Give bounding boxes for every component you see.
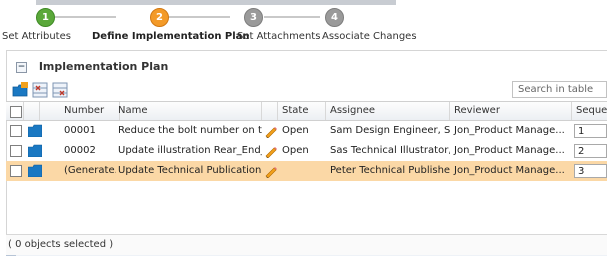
- insert-row-icon[interactable]: [32, 82, 48, 98]
- step-connector: [264, 16, 320, 18]
- remove-row-icon[interactable]: [52, 82, 68, 98]
- select-all-checkbox[interactable]: [10, 106, 22, 118]
- column-header-assignee[interactable]: Assignee: [326, 102, 450, 120]
- row-checkbox[interactable]: [10, 145, 22, 157]
- cell-assignee[interactable]: Peter Technical Publisher...: [326, 161, 450, 181]
- type-column-header[interactable]: [24, 102, 40, 120]
- table-row[interactable]: 00001 Reduce the bolt number on th... Open…: [6, 121, 607, 141]
- change-task-icon: [28, 124, 42, 137]
- change-task-icon: [28, 164, 42, 177]
- cell-state: Open: [282, 145, 309, 156]
- column-header-number[interactable]: Number: [40, 102, 120, 120]
- select-all-cell: [6, 102, 24, 120]
- wizard-steps: 1 2 3 4 Set Attributes Define Implementa…: [0, 6, 607, 46]
- folder-add-icon[interactable]: [12, 82, 28, 98]
- sequence-input[interactable]: 1: [574, 124, 607, 138]
- column-header-reviewer[interactable]: Reviewer: [450, 102, 572, 120]
- step-connector: [48, 16, 116, 18]
- cell-number[interactable]: 00002: [60, 141, 116, 161]
- edit-pencil-icon[interactable]: [264, 164, 278, 179]
- edit-column-header[interactable]: [262, 102, 278, 120]
- column-header-state[interactable]: State: [278, 102, 326, 120]
- step-label-associate-changes[interactable]: Associate Changes: [322, 31, 417, 42]
- panel-header: − Implementation Plan: [16, 59, 168, 75]
- cell-name[interactable]: Update illustration Rear_End_...: [114, 141, 262, 161]
- cell-reviewer[interactable]: Jon_Product Manage...: [450, 141, 572, 161]
- step-connector: [168, 16, 230, 18]
- cell-number[interactable]: 00001: [60, 121, 116, 141]
- collapse-icon[interactable]: −: [16, 61, 27, 73]
- cell-state: Open: [282, 125, 309, 136]
- cell-assignee[interactable]: Sam Design Engineer, Sa...: [326, 121, 450, 141]
- table-row[interactable]: (Generate...Update Technical Publication…: [6, 161, 607, 181]
- cell-name[interactable]: Reduce the bolt number on th...: [114, 121, 262, 141]
- cell-number[interactable]: (Generate...: [60, 161, 116, 181]
- step-2-icon[interactable]: 2: [150, 8, 169, 27]
- table-row[interactable]: 00002 Update illustration Rear_End_... Ope…: [6, 141, 607, 161]
- cell-assignee[interactable]: Sas Technical Illustrator,...: [326, 141, 450, 161]
- status-bar: ( 0 objects selected ): [6, 234, 607, 255]
- edit-pencil-icon[interactable]: [264, 124, 278, 139]
- cell-reviewer[interactable]: Jon_Product Manage...: [450, 121, 572, 141]
- row-checkbox[interactable]: [10, 125, 22, 137]
- change-task-icon: [28, 144, 42, 157]
- table-header: Number Name State Assignee Reviewer Sequ…: [6, 101, 607, 121]
- top-band: [36, 0, 396, 5]
- step-label-set-attributes[interactable]: Set Attributes: [2, 31, 71, 42]
- cell-reviewer[interactable]: Jon_Product Manage...: [450, 161, 572, 181]
- sequence-input[interactable]: 2: [574, 144, 607, 158]
- edit-pencil-icon[interactable]: [264, 144, 278, 159]
- step-label-define-implementation-plan[interactable]: Define Implementation Plan: [92, 31, 250, 42]
- sequence-input[interactable]: 3: [574, 164, 607, 178]
- column-header-name[interactable]: Name: [114, 102, 262, 120]
- cell-state: [278, 161, 326, 181]
- step-3-icon[interactable]: 3: [244, 8, 263, 27]
- step-1-icon[interactable]: 1: [36, 8, 55, 27]
- step-label-set-attachments[interactable]: Set Attachments: [237, 31, 320, 42]
- search-input[interactable]: Search in table: [512, 81, 607, 98]
- row-checkbox[interactable]: [10, 165, 22, 177]
- step-4-icon[interactable]: 4: [325, 8, 344, 27]
- cell-name[interactable]: Update Technical Publication: [114, 161, 262, 181]
- column-header-sequence[interactable]: Sequence: [572, 102, 607, 120]
- panel-title: Implementation Plan: [38, 60, 169, 73]
